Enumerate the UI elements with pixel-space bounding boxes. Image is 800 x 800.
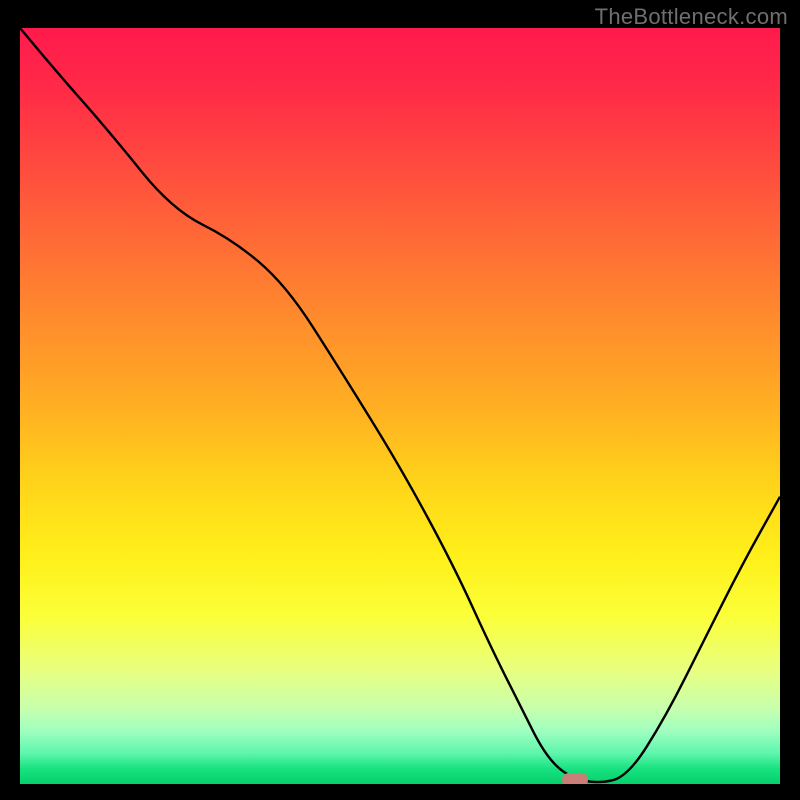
optimal-marker	[562, 773, 588, 784]
plot-area	[20, 28, 780, 784]
watermark-text: TheBottleneck.com	[595, 4, 788, 30]
chart-frame: TheBottleneck.com	[0, 0, 800, 800]
bottleneck-curve	[20, 28, 780, 784]
